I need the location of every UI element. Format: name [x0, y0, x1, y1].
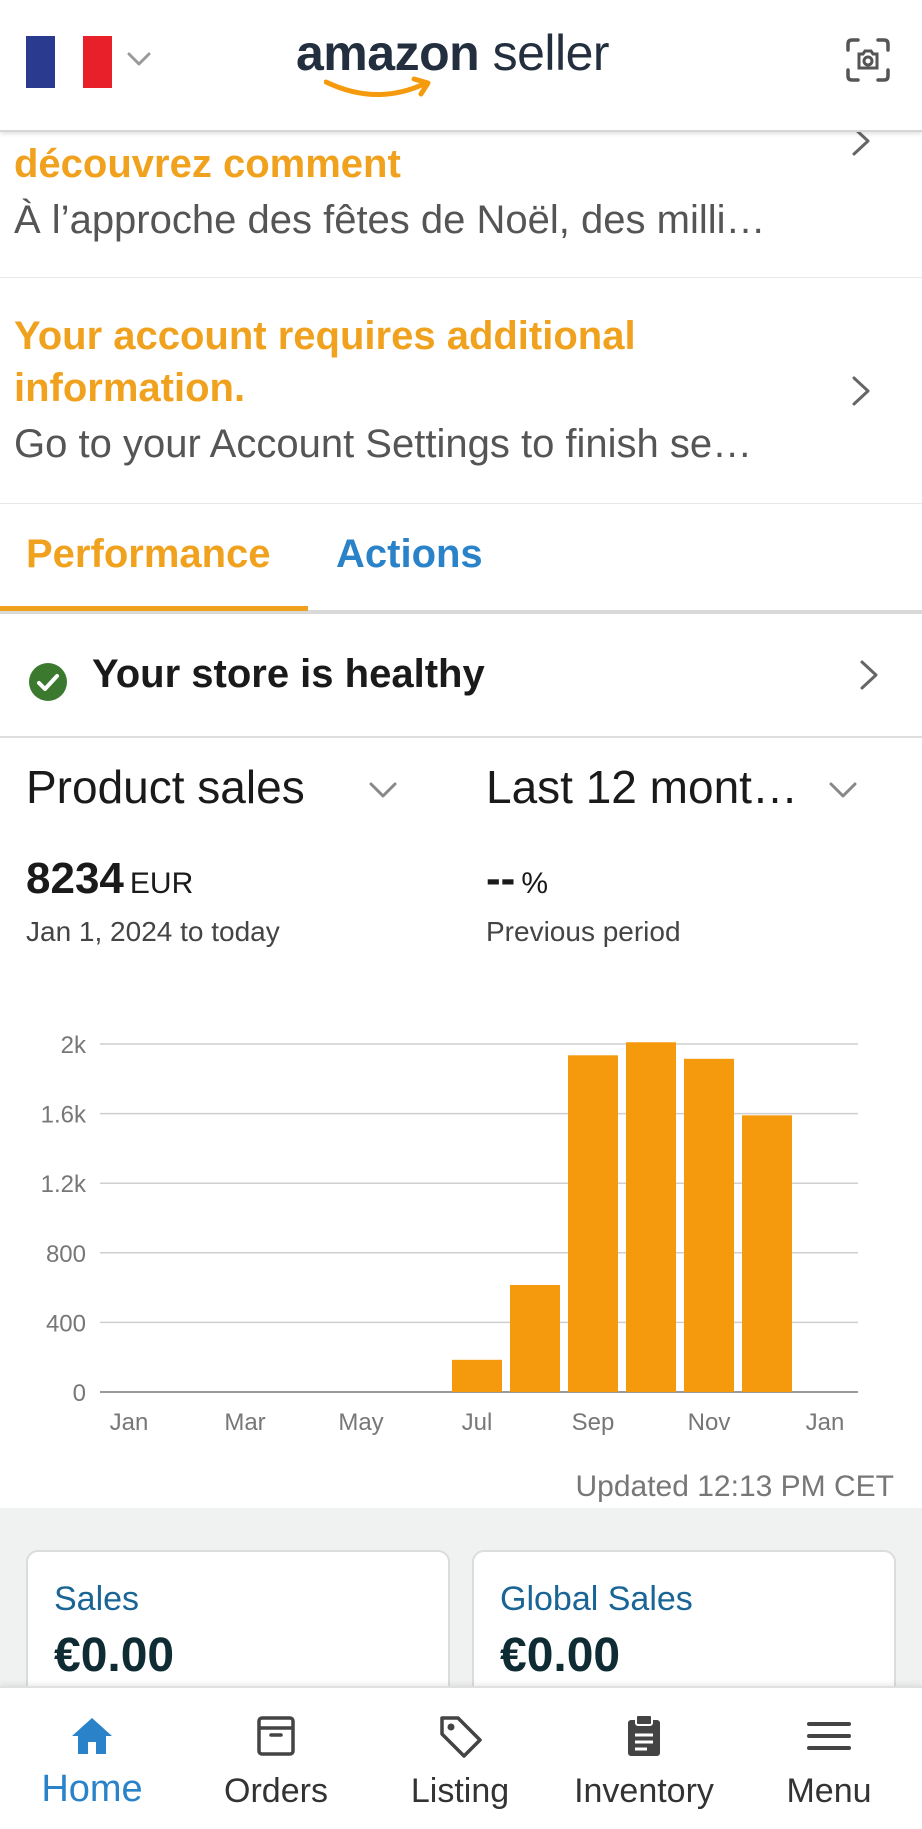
metric-change: --%: [486, 854, 548, 904]
metric-selector[interactable]: Product sales: [26, 760, 305, 814]
sales-bar-chart: 0 400 800 1.2k 1.6k 2k Jan Mar May Jul Sep Nov Jan: [41, 1032, 858, 1436]
chevron-right-icon[interactable]: [858, 658, 880, 692]
nav-label: Menu: [786, 1772, 872, 1810]
card-value: €0.00: [500, 1629, 621, 1682]
home-icon: [72, 1718, 112, 1754]
dashboard-tabs: Performance Actions: [0, 506, 922, 614]
updated-timestamp: Updated 12:13 PM CET: [575, 1470, 894, 1503]
y-tick-label: 2k: [61, 1032, 87, 1059]
period-selector[interactable]: Last 12 mont…: [486, 760, 798, 814]
y-tick-label: 0: [73, 1380, 86, 1407]
nav-inventory[interactable]: Inventory: [552, 1688, 736, 1829]
chevron-down-icon[interactable]: [368, 780, 398, 800]
clipboard-icon: [628, 1714, 660, 1756]
sales-card[interactable]: Sales €0.00: [26, 1550, 450, 1700]
store-health-label: Your store is healthy: [92, 652, 485, 696]
nav-label: Inventory: [574, 1772, 714, 1810]
bar-sep: [568, 1055, 618, 1392]
nav-menu[interactable]: Menu: [736, 1688, 922, 1829]
france-flag-icon[interactable]: [26, 36, 113, 88]
tag-icon: [440, 1716, 482, 1758]
bar-oct: [626, 1042, 676, 1392]
metric-value: 8234: [26, 854, 124, 903]
nav-orders[interactable]: Orders: [184, 1688, 368, 1829]
change-unit: %: [521, 867, 548, 900]
x-tick-label: Sep: [572, 1409, 615, 1436]
x-tick-label: Jan: [806, 1409, 845, 1436]
card-value: €0.00: [54, 1629, 175, 1682]
bar-aug: [510, 1284, 560, 1392]
check-circle-icon: [29, 663, 67, 701]
nav-listing[interactable]: Listing: [368, 1688, 552, 1829]
y-tick-label: 800: [46, 1241, 86, 1268]
bar-nov: [684, 1058, 734, 1392]
x-tick-label: Jan: [110, 1409, 149, 1436]
x-tick-label: Jul: [462, 1409, 493, 1436]
notification-title: Your account requires additional informa…: [14, 314, 636, 410]
nav-label: Orders: [224, 1772, 328, 1810]
chevron-right-icon: [852, 376, 870, 406]
card-label: Global Sales: [500, 1580, 693, 1618]
notification-title: découvrez comment: [14, 142, 401, 186]
card-label: Sales: [54, 1580, 140, 1618]
metric-range: Jan 1, 2024 to today: [26, 916, 280, 947]
bottom-navigation: Home Orders Listing Inventory Menu: [0, 1686, 922, 1829]
tab-actions[interactable]: Actions: [336, 532, 483, 577]
change-value: --: [486, 854, 516, 903]
orders-box-icon: [257, 1716, 295, 1756]
change-caption: Previous period: [486, 916, 681, 947]
logo-brand: amazon: [296, 25, 480, 81]
active-tab-indicator: [0, 606, 308, 611]
tab-performance[interactable]: Performance: [26, 532, 271, 577]
scan-icon[interactable]: [844, 36, 892, 84]
global-sales-card[interactable]: Global Sales €0.00: [472, 1550, 896, 1700]
y-tick-label: 1.6k: [41, 1102, 87, 1129]
x-tick-label: Mar: [224, 1409, 265, 1436]
chevron-down-icon[interactable]: [828, 780, 858, 800]
nav-label: Listing: [410, 1772, 510, 1810]
bar-jul: [452, 1359, 502, 1392]
metric-unit: EUR: [129, 867, 194, 900]
nav-label: Home: [41, 1768, 143, 1810]
x-tick-label: Nov: [688, 1409, 731, 1436]
app-header: amazon seller: [0, 0, 922, 132]
hamburger-menu-icon: [807, 1722, 851, 1750]
notification-item[interactable]: découvrez comment À l’approche des fêtes…: [0, 126, 922, 278]
amazon-seller-logo: amazon seller: [296, 24, 636, 104]
notification-item[interactable]: Your account requires additional informa…: [0, 278, 922, 504]
notification-body: À l’approche des fêtes de Noël, des mill…: [14, 198, 766, 242]
y-tick-label: 1.2k: [41, 1171, 87, 1198]
y-tick-label: 400: [46, 1310, 86, 1337]
x-tick-label: May: [338, 1409, 383, 1436]
notification-body: Go to your Account Settings to finish se…: [14, 422, 753, 466]
chevron-down-icon[interactable]: [126, 46, 152, 72]
logo-suffix: seller: [492, 25, 610, 81]
amazon-smile-icon: [324, 76, 431, 97]
bar-dec: [742, 1115, 792, 1392]
metric-total: 8234 EUR: [26, 854, 193, 904]
nav-home[interactable]: Home: [0, 1688, 184, 1829]
